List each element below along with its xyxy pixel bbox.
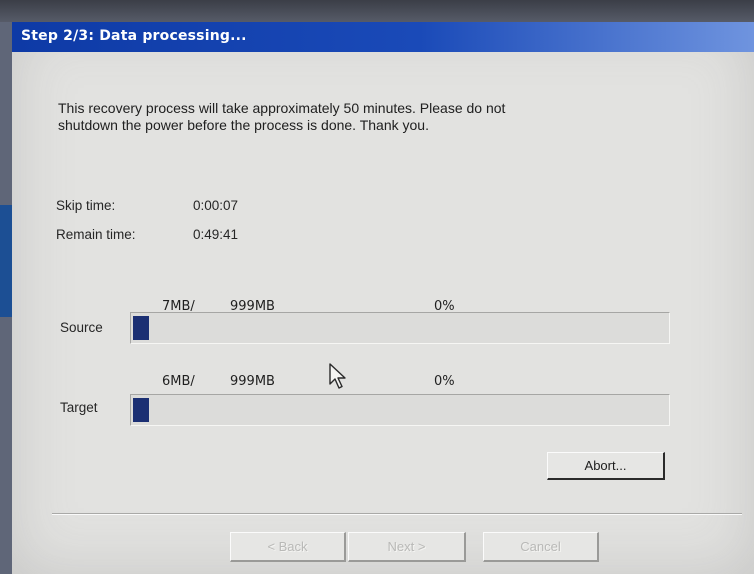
skip-time-value: 0:00:07 <box>193 198 239 213</box>
window-title: Step 2/3: Data processing... <box>21 28 247 44</box>
target-total-size: 999MB <box>230 374 275 389</box>
arrow-pointer-icon <box>329 363 346 389</box>
info-message: This recovery process will take approxim… <box>58 100 505 134</box>
source-label: Source <box>60 320 103 335</box>
skip-time-label: Skip time: <box>56 198 116 213</box>
next-button[interactable]: Next > <box>348 532 466 562</box>
title-bar: Step 2/3: Data processing... <box>12 22 754 52</box>
recovery-dialog: Step 2/3: Data processing... This recove… <box>12 22 754 574</box>
remain-time-value: 0:49:41 <box>193 227 239 242</box>
abort-button[interactable]: Abort... <box>547 452 665 480</box>
cancel-button[interactable]: Cancel <box>483 532 599 562</box>
target-progress-fill <box>133 398 149 422</box>
source-progress-fill <box>133 316 149 340</box>
desktop-edge-left <box>0 205 12 317</box>
target-progress-bar <box>130 394 670 426</box>
target-percent: 0% <box>434 374 455 389</box>
target-label: Target <box>60 400 98 415</box>
source-progress-bar <box>130 312 670 344</box>
remain-time-label: Remain time: <box>56 227 136 242</box>
monitor-bezel <box>0 0 754 22</box>
info-message-line-2: shutdown the power before the process is… <box>58 117 429 133</box>
target-done-size: 6MB/ <box>162 374 195 389</box>
button-separator <box>52 513 742 515</box>
info-message-line-1: This recovery process will take approxim… <box>58 100 506 116</box>
back-button[interactable]: < Back <box>230 532 346 562</box>
